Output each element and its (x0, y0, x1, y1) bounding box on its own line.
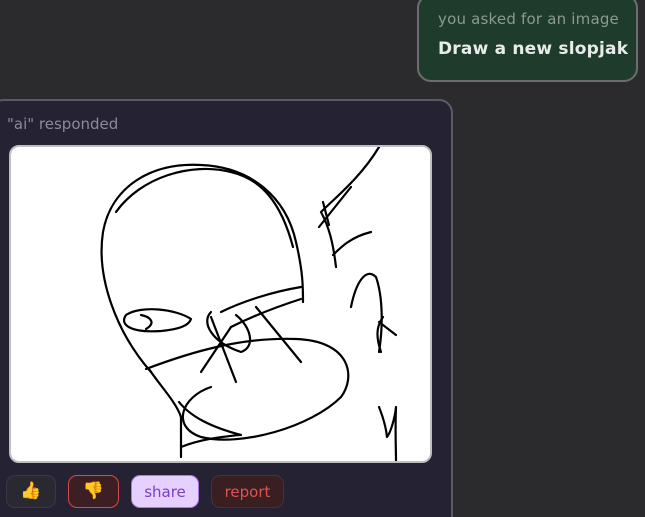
sketch-scribble-3 (331, 230, 373, 257)
report-button[interactable]: report (211, 475, 284, 508)
request-prompt: Draw a new slopjak (438, 39, 629, 59)
thumbs-up-icon: 👍 (20, 481, 42, 501)
chat-view: you asked for an image Draw a new slopja… (0, 0, 645, 517)
response-caption: "ai" responded (7, 115, 119, 133)
sketch-drawing (100, 147, 398, 461)
user-request-bubble: you asked for an image Draw a new slopja… (417, 0, 638, 82)
share-button[interactable]: share (131, 475, 199, 508)
ai-response-card: "ai" responded (0, 99, 453, 517)
sketch-eye (123, 308, 193, 333)
sketch-scribble-8 (377, 405, 398, 461)
sketch-eye-detail (139, 313, 153, 331)
sketch-mouth (144, 337, 350, 441)
sketch-head-top (114, 167, 295, 249)
thumbs-down-button[interactable]: 👎 (68, 475, 119, 508)
sketch-stroke-d (254, 305, 303, 364)
sketch-jaw (147, 367, 183, 459)
thumbs-down-icon: 👎 (82, 481, 105, 501)
generated-image (9, 145, 432, 463)
request-caption: you asked for an image (438, 10, 619, 28)
sketch-scribble-1 (319, 147, 381, 269)
thumbs-up-button[interactable]: 👍 (6, 475, 56, 508)
sketch-neck (179, 433, 241, 449)
sketch-stroke-a (219, 285, 303, 314)
